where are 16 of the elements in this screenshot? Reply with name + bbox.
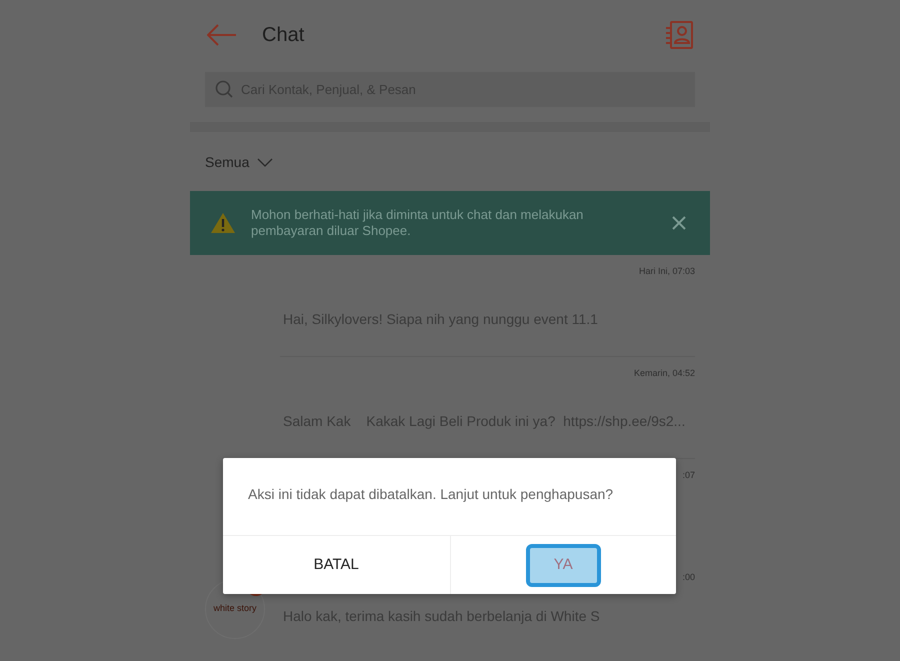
warning-text: Mohon berhati-hati jika diminta untuk chat dan melakukan pembayaran diluar Shopee. bbox=[251, 207, 584, 239]
avatar-text: white story bbox=[213, 602, 256, 616]
contact-book-icon[interactable] bbox=[665, 21, 693, 49]
back-icon[interactable] bbox=[207, 24, 237, 46]
dialog-message: Aksi ini tidak dapat dibatalkan. Lanjut untuk penghapusan? bbox=[247, 485, 614, 504]
filter-dropdown[interactable]: Semua bbox=[205, 152, 250, 173]
message-time: Kemarin, 04:52 bbox=[634, 367, 695, 379]
message-time: :07 bbox=[682, 469, 695, 481]
close-icon[interactable] bbox=[672, 216, 686, 230]
message-time: :00 bbox=[682, 571, 695, 583]
chevron-down-icon[interactable] bbox=[257, 158, 274, 167]
message-time: Hari Ini, 07:03 bbox=[638, 265, 695, 277]
dialog-button[interactable]: BATAL bbox=[308, 552, 365, 578]
warning-icon bbox=[210, 212, 236, 234]
dialog-button[interactable]: YA bbox=[526, 544, 601, 586]
page-title: Chat bbox=[262, 23, 306, 48]
